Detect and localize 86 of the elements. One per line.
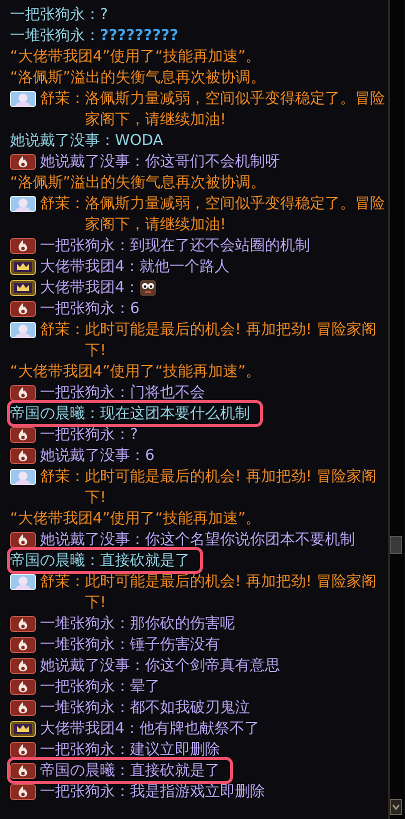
message-text: 我是指游戏立即删除 xyxy=(130,781,266,802)
flame-badge-icon xyxy=(10,763,36,779)
portrait-icon xyxy=(10,91,36,107)
speaker-name: 一把张狗永： xyxy=(40,235,130,256)
speaker-name: 一把张狗永： xyxy=(40,739,130,760)
scroll-thumb[interactable] xyxy=(390,536,402,554)
message-text: 此时可能是最后的机会! 再加把劲! 冒险家阁下! xyxy=(85,466,378,508)
speaker-name: 一把张狗永： xyxy=(40,424,130,445)
message-text: 就他一个路人 xyxy=(140,256,231,277)
message-text: 洛佩斯力量减弱，空间似乎变得稳定了。冒险家阁下，请继续加油! xyxy=(85,193,385,235)
flame-badge-icon xyxy=(10,784,36,800)
portrait-icon xyxy=(10,196,36,212)
flame-badge-icon xyxy=(10,238,36,254)
flame-badge-icon xyxy=(10,637,36,653)
message-text: 建议立即删除 xyxy=(130,739,221,760)
message-text: 此时可能是最后的机会! 再加把劲! 冒险家阁下! xyxy=(85,571,378,613)
message-text: 晕了 xyxy=(130,676,161,697)
speaker-name: 帝国の晨曦： xyxy=(40,760,130,781)
speaker-name: 她说戴了没事： xyxy=(10,130,115,151)
system-message: “大佬带我团4”使用了“技能再加速”。 xyxy=(10,508,262,529)
speaker-name: 她说戴了没事： xyxy=(40,151,145,172)
crown-badge-icon xyxy=(10,259,36,275)
message-text: 你这个剑帝真有意思 xyxy=(145,655,281,676)
speaker-name: 她说戴了没事： xyxy=(40,445,145,466)
speaker-name: 大佬带我团4： xyxy=(40,277,140,298)
flame-badge-icon xyxy=(10,742,36,758)
speaker-name: 一把张狗永： xyxy=(10,4,100,25)
portrait-icon xyxy=(10,469,36,485)
speaker-name: 舒茉： xyxy=(40,319,85,340)
speaker-name: 舒茉： xyxy=(40,571,85,592)
system-message: “洛佩斯”溢出的失衡气息再次被协调。 xyxy=(10,172,267,193)
message-text: 洛佩斯力量减弱，空间似乎变得稳定了。冒险家阁下，请继续加油! xyxy=(85,88,385,130)
flame-badge-icon xyxy=(10,532,36,548)
flame-badge-icon xyxy=(10,448,36,464)
message-text: WODA xyxy=(115,130,164,151)
speaker-name: 一把张狗永： xyxy=(40,781,130,802)
speaker-name: 她说戴了没事： xyxy=(40,655,145,676)
flame-badge-icon xyxy=(10,385,36,401)
speaker-name: 一堆张狗永： xyxy=(40,613,130,634)
message-text: ? xyxy=(100,4,109,25)
speaker-name: 一堆张狗永： xyxy=(10,25,100,46)
speaker-name: 大佬带我团4： xyxy=(40,256,140,277)
speaker-name: 一把张狗永： xyxy=(40,298,130,319)
message-text: 你这个名望你说你团本不要机制 xyxy=(145,529,356,550)
speaker-name: 一堆张狗永： xyxy=(40,697,130,718)
flame-badge-icon xyxy=(10,679,36,695)
crown-badge-icon xyxy=(10,280,36,296)
scroll-down-icon[interactable] xyxy=(390,799,402,815)
message-text: ? xyxy=(130,424,139,445)
flame-badge-icon xyxy=(10,616,36,632)
speaker-name: 舒茉： xyxy=(40,193,85,214)
message-text: 锤子伤害没有 xyxy=(130,634,221,655)
speaker-name: 一把张狗永： xyxy=(40,382,130,403)
message-text: 6 xyxy=(130,298,141,319)
portrait-icon xyxy=(10,322,36,338)
system-message: “大佬带我团4”使用了“技能再加速”。 xyxy=(10,46,262,67)
message-text: 他有牌也献祭不了 xyxy=(140,718,261,739)
flame-badge-icon xyxy=(10,301,36,317)
flame-badge-icon xyxy=(10,427,36,443)
message-text: 你这哥们不会机制呀 xyxy=(145,151,281,172)
speaker-name: 一堆张狗永： xyxy=(40,634,130,655)
system-message: “洛佩斯”溢出的失衡气息再次被协调。 xyxy=(10,67,267,88)
speaker-name: 大佬带我团4： xyxy=(40,718,140,739)
message-text: 现在这团本要什么机制 xyxy=(100,403,250,424)
flame-badge-icon xyxy=(10,154,36,170)
message-text: 门将也不会 xyxy=(130,382,206,403)
message-text: 此时可能是最后的机会! 再加把劲! 冒险家阁下! xyxy=(85,319,378,361)
speaker-name: 帝国の晨曦： xyxy=(10,550,100,571)
message-text: 那你砍的伤害呢 xyxy=(130,613,236,634)
flame-badge-icon xyxy=(10,658,36,674)
speaker-name: 一把张狗永： xyxy=(40,676,130,697)
crown-badge-icon xyxy=(10,721,36,737)
message-text: 直接砍就是了 xyxy=(130,760,220,781)
speaker-name: 舒茉： xyxy=(40,466,85,487)
message-text: 都不如我破刃鬼泣 xyxy=(130,697,251,718)
message-text: 到现在了还不会站圈的机制 xyxy=(130,235,311,256)
portrait-icon xyxy=(10,574,36,590)
speaker-name: 舒茉： xyxy=(40,88,85,109)
system-message: “大佬带我团4”使用了“技能再加速”。 xyxy=(10,361,262,382)
message-text: ????????? xyxy=(100,25,180,46)
speaker-name: 帝国の晨曦： xyxy=(10,403,100,424)
flame-badge-icon xyxy=(10,700,36,716)
speaker-name: 她说戴了没事： xyxy=(40,529,145,550)
message-text: 6 xyxy=(145,445,156,466)
scrollbar[interactable] xyxy=(388,0,404,819)
message-text: 直接砍就是了 xyxy=(100,550,190,571)
